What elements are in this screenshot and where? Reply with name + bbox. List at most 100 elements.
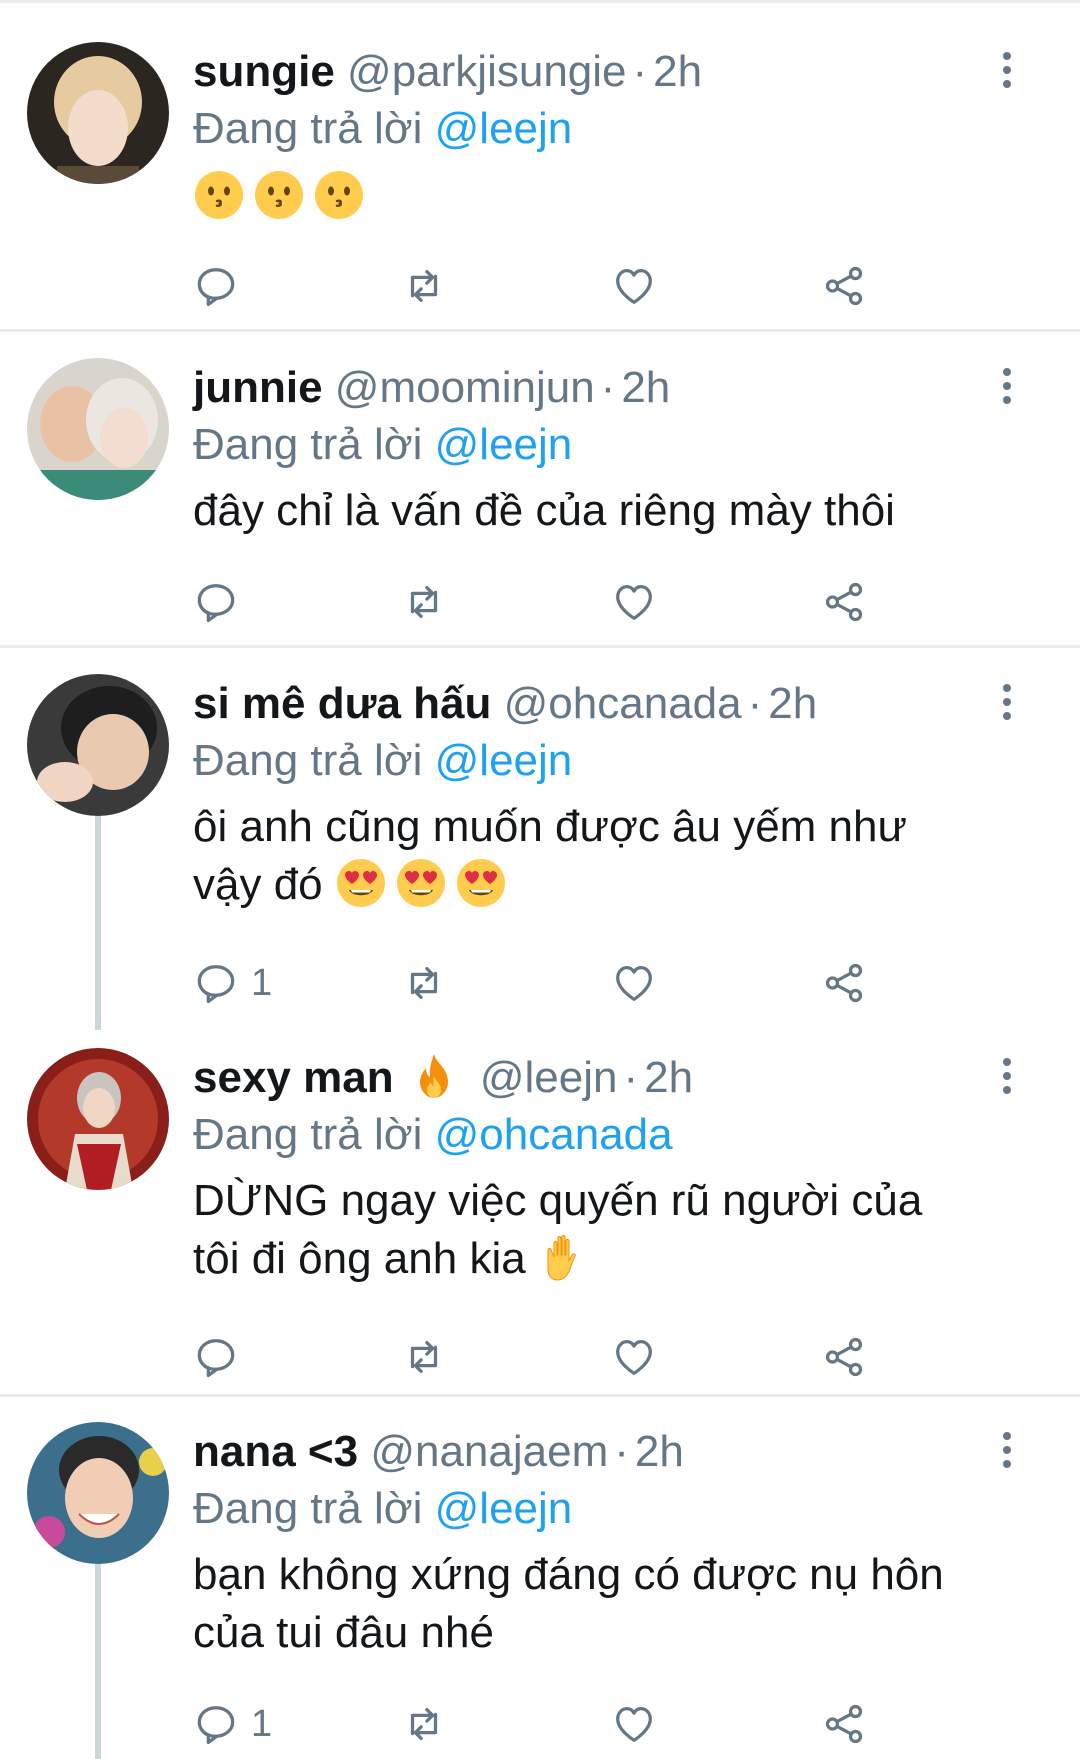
reply-prefix: Đang trả lời	[193, 1110, 423, 1159]
tweet-actions: 1	[193, 955, 893, 1011]
share-button[interactable]	[821, 574, 867, 630]
dot-separator: ·	[632, 47, 648, 96]
retweet-button[interactable]	[401, 1696, 447, 1752]
tweet-item[interactable]: nana <3 @nanajaem · 2h Đang trả lời @leejn…	[0, 1380, 1080, 1759]
reply-icon	[193, 960, 239, 1006]
dot-separator: ·	[614, 1427, 629, 1476]
reply-count: 1	[251, 961, 273, 1004]
heart-eyes-face-icon	[455, 857, 507, 909]
tweet-text: đây chỉ là vấn đề của riêng mày thôi	[193, 482, 1033, 540]
display-name[interactable]: junnie	[193, 363, 323, 412]
display-name[interactable]: si mê dưa hấu	[193, 679, 491, 728]
reply-button[interactable]	[193, 258, 251, 314]
dot-separator: ·	[623, 1053, 639, 1102]
share-button[interactable]	[821, 258, 867, 314]
display-name[interactable]: sexy man	[193, 1053, 394, 1102]
tweet-text-line: DỪNG ngay việc quyến rũ người của	[193, 1176, 923, 1225]
reply-button[interactable]: 1	[193, 955, 272, 1011]
reply-prefix: Đang trả lời	[193, 736, 423, 785]
like-icon	[611, 1701, 657, 1747]
like-button[interactable]	[611, 574, 657, 630]
dot-separator: ·	[600, 363, 616, 412]
reply-context: Đang trả lời @leejn	[193, 1479, 572, 1539]
tweet-header: junnie @moominjun · 2h	[193, 358, 670, 418]
user-handle[interactable]: @nanajaem	[370, 1427, 608, 1476]
tweet-item[interactable]: sexy man @leejn · 2h Đang trả lời @ohcanad…	[0, 1006, 1080, 1396]
more-options-icon[interactable]	[996, 50, 1018, 90]
like-icon	[611, 960, 657, 1006]
share-icon	[821, 1334, 867, 1380]
share-icon	[821, 579, 867, 625]
avatar[interactable]	[27, 42, 169, 184]
retweet-button[interactable]	[401, 1329, 447, 1385]
tweet-header: nana <3 @nanajaem · 2h	[193, 1422, 684, 1482]
retweet-button[interactable]	[401, 955, 447, 1011]
raised-hand-icon	[538, 1231, 590, 1283]
tweet-text-line: của tui đâu nhé	[193, 1608, 494, 1657]
tweet-text: DỪNG ngay việc quyến rũ người của tôi đi…	[193, 1172, 1033, 1288]
tweet-header: si mê dưa hấu @ohcanada · 2h	[193, 674, 817, 734]
dot-separator: ·	[747, 679, 763, 728]
user-handle[interactable]: @moominjun	[335, 363, 595, 412]
reply-to-link[interactable]: @leejn	[435, 736, 573, 785]
timestamp[interactable]: 2h	[635, 1427, 684, 1476]
retweet-icon	[401, 579, 447, 625]
tweet-text-line: đây chỉ là vấn đề của riêng mày thôi	[193, 486, 895, 535]
timestamp[interactable]: 2h	[621, 363, 670, 412]
like-button[interactable]	[611, 258, 657, 314]
reply-icon	[193, 579, 239, 625]
tweet-item[interactable]: si mê dưa hấu @ohcanada · 2h Đang trả lời …	[0, 632, 1080, 1030]
avatar[interactable]	[27, 1422, 169, 1564]
retweet-icon	[401, 1334, 447, 1380]
reply-prefix: Đang trả lời	[193, 1484, 423, 1533]
more-options-icon[interactable]	[996, 366, 1018, 406]
avatar[interactable]	[27, 674, 169, 816]
share-icon	[821, 960, 867, 1006]
reply-to-link[interactable]: @leejn	[435, 420, 573, 469]
reply-prefix: Đang trả lời	[193, 420, 423, 469]
share-button[interactable]	[821, 955, 867, 1011]
more-options-icon[interactable]	[996, 1430, 1018, 1470]
share-icon	[821, 263, 867, 309]
tweet-text: ôi anh cũng muốn được âu yếm như vậy đó	[193, 798, 1033, 914]
timestamp[interactable]: 2h	[653, 47, 702, 96]
reply-button[interactable]	[193, 574, 251, 630]
kissing-face-icon	[253, 169, 305, 221]
tweet-item[interactable]: junnie @moominjun · 2h Đang trả lời @leejn…	[0, 316, 1080, 646]
more-options-icon[interactable]	[996, 1056, 1018, 1096]
reply-prefix: Đang trả lời	[193, 104, 423, 153]
avatar[interactable]	[27, 1048, 169, 1190]
share-button[interactable]	[821, 1329, 867, 1385]
user-handle[interactable]: @parkjisungie	[347, 47, 626, 96]
reply-context: Đang trả lời @leejn	[193, 99, 572, 159]
timestamp[interactable]: 2h	[644, 1053, 693, 1102]
share-button[interactable]	[821, 1696, 867, 1752]
reply-to-link[interactable]: @ohcanada	[435, 1110, 673, 1159]
user-handle[interactable]: @ohcanada	[504, 679, 742, 728]
reply-button[interactable]	[193, 1329, 251, 1385]
user-handle[interactable]: @leejn	[480, 1053, 618, 1102]
tweet-text	[193, 168, 1033, 226]
retweet-button[interactable]	[401, 258, 447, 314]
retweet-icon	[401, 1701, 447, 1747]
timestamp[interactable]: 2h	[768, 679, 817, 728]
more-options-icon[interactable]	[996, 682, 1018, 722]
like-button[interactable]	[611, 1329, 657, 1385]
tweet-text-line: ôi anh cũng muốn được âu yếm như	[193, 802, 907, 851]
reply-to-link[interactable]: @leejn	[435, 104, 573, 153]
tweet-actions	[193, 258, 893, 314]
reply-button[interactable]: 1	[193, 1696, 272, 1752]
reply-icon	[193, 1701, 239, 1747]
tweet-item[interactable]: sungie @parkjisungie · 2h Đang trả lời @le…	[0, 0, 1080, 330]
display-name[interactable]: nana <3	[193, 1427, 358, 1476]
avatar[interactable]	[27, 358, 169, 500]
like-icon	[611, 579, 657, 625]
tweet-actions: 1	[193, 1696, 893, 1752]
retweet-button[interactable]	[401, 574, 447, 630]
reply-to-link[interactable]: @leejn	[435, 1484, 573, 1533]
display-name[interactable]: sungie	[193, 47, 335, 96]
like-button[interactable]	[611, 955, 657, 1011]
like-button[interactable]	[611, 1696, 657, 1752]
tweet-text: bạn không xứng đáng có được nụ hôn của t…	[193, 1546, 1033, 1662]
thread-connector	[95, 1564, 101, 1759]
